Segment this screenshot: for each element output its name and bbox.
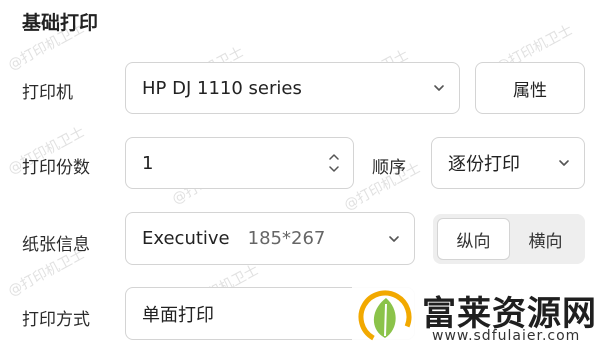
copies-label: 打印份数 <box>22 158 90 178</box>
paper-value: Executive 185*267 <box>126 228 388 249</box>
stepper-arrows[interactable] <box>329 153 339 173</box>
order-select[interactable]: 逐份打印 <box>431 137 585 189</box>
copies-value: 1 <box>142 152 154 174</box>
chevron-down-icon <box>434 85 444 91</box>
copies-stepper[interactable]: 1 <box>125 137 354 189</box>
paper-size: 185*267 <box>247 228 326 249</box>
paper-label: 纸张信息 <box>22 235 90 255</box>
chevron-down-icon <box>559 160 569 166</box>
leaf-logo-icon <box>358 290 412 344</box>
orientation-landscape[interactable]: 横向 <box>510 218 581 260</box>
chevron-down-icon[interactable] <box>329 166 339 173</box>
chevron-up-icon[interactable] <box>329 153 339 160</box>
orientation-portrait[interactable]: 纵向 <box>437 218 510 260</box>
chevron-down-icon <box>389 235 399 242</box>
brand-url: www.sdfulaier.com <box>432 328 581 344</box>
printer-select[interactable]: HP DJ 1110 series <box>125 62 460 114</box>
mode-label: 打印方式 <box>22 310 90 330</box>
order-value: 逐份打印 <box>448 154 520 175</box>
printer-value: HP DJ 1110 series <box>142 77 302 99</box>
brand-watermark: 富莱资源网 www.sdfulaier.com <box>352 282 600 353</box>
orientation-toggle[interactable]: 纵向 横向 <box>433 214 585 264</box>
paper-name: Executive <box>142 228 230 249</box>
properties-button[interactable]: 属性 <box>475 62 585 114</box>
order-label: 顺序 <box>372 158 406 178</box>
printer-label: 打印机 <box>22 83 73 103</box>
section-title: 基础打印 <box>22 12 99 34</box>
paper-select[interactable]: Executive 185*267 <box>125 212 415 265</box>
